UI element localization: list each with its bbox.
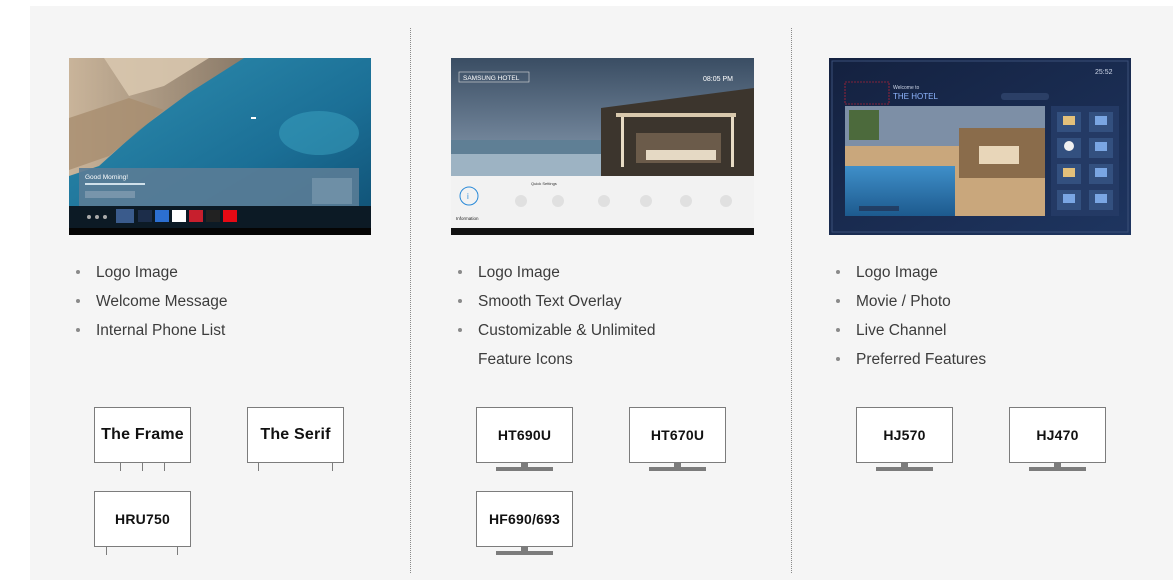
model-tv-hru750: HRU750	[94, 491, 191, 547]
tv-leg	[164, 463, 165, 471]
screen-hotel-name: SAMSUNG HOTEL	[463, 75, 520, 82]
feature-list: Logo Image Smooth Text Overlay Customiza…	[458, 258, 655, 374]
feature-item: Logo Image	[836, 258, 986, 287]
feature-item: Live Channel	[836, 316, 986, 345]
tv-stand	[496, 551, 553, 555]
tv-leg	[106, 547, 107, 555]
feature-item: Logo Image	[458, 258, 655, 287]
screen-greeting: Good Morning!	[85, 174, 128, 181]
column-divider	[791, 28, 792, 573]
tv-leg	[142, 463, 143, 471]
model-tv-ht670u: HT670U	[629, 407, 726, 463]
svg-text:i: i	[467, 192, 469, 201]
tv-leg	[177, 547, 178, 555]
screen-preview-hotel-portal: Welcome to THE HOTEL 25:52	[829, 58, 1131, 235]
model-tv-hj570: HJ570	[856, 407, 953, 463]
screen-quick-settings-label: Quick Settings	[531, 181, 557, 186]
feature-item: Preferred Features	[836, 345, 986, 374]
column-divider	[410, 28, 411, 573]
screen-information-label: Information	[456, 216, 479, 221]
model-tv-the-serif: The Serif	[247, 407, 344, 463]
feature-item: Internal Phone List	[76, 316, 228, 345]
model-tv-hj470: HJ470	[1009, 407, 1106, 463]
screen-hotel-title: THE HOTEL	[893, 92, 938, 101]
feature-item: Smooth Text Overlay	[458, 287, 655, 316]
feature-list: Logo Image Welcome Message Internal Phon…	[76, 258, 228, 345]
tv-stand	[649, 467, 706, 471]
feature-item: Logo Image	[76, 258, 228, 287]
feature-list: Logo Image Movie / Photo Live Channel Pr…	[836, 258, 986, 374]
screen-preview-quick-settings: SAMSUNG HOTEL 08:05 PM Quick Settings i …	[451, 58, 754, 235]
screen-clock: 08:05 PM	[703, 76, 733, 83]
tv-leg	[332, 463, 333, 471]
tv-stand	[1029, 467, 1086, 471]
tv-stand	[496, 467, 553, 471]
tv-leg	[120, 463, 121, 471]
feature-item: Movie / Photo	[836, 287, 986, 316]
tv-stand	[876, 467, 933, 471]
feature-item: Welcome Message	[76, 287, 228, 316]
feature-item: Customizable & Unlimited Feature Icons	[458, 316, 655, 374]
model-tv-hf690-693: HF690/693	[476, 491, 573, 547]
model-tv-ht690u: HT690U	[476, 407, 573, 463]
screen-welcome: Welcome to	[893, 85, 920, 91]
tv-leg	[258, 463, 259, 471]
screen-preview-welcome: Good Morning!	[69, 58, 371, 235]
screen-time: 25:52	[1095, 69, 1113, 76]
model-tv-the-frame: The Frame	[94, 407, 191, 463]
